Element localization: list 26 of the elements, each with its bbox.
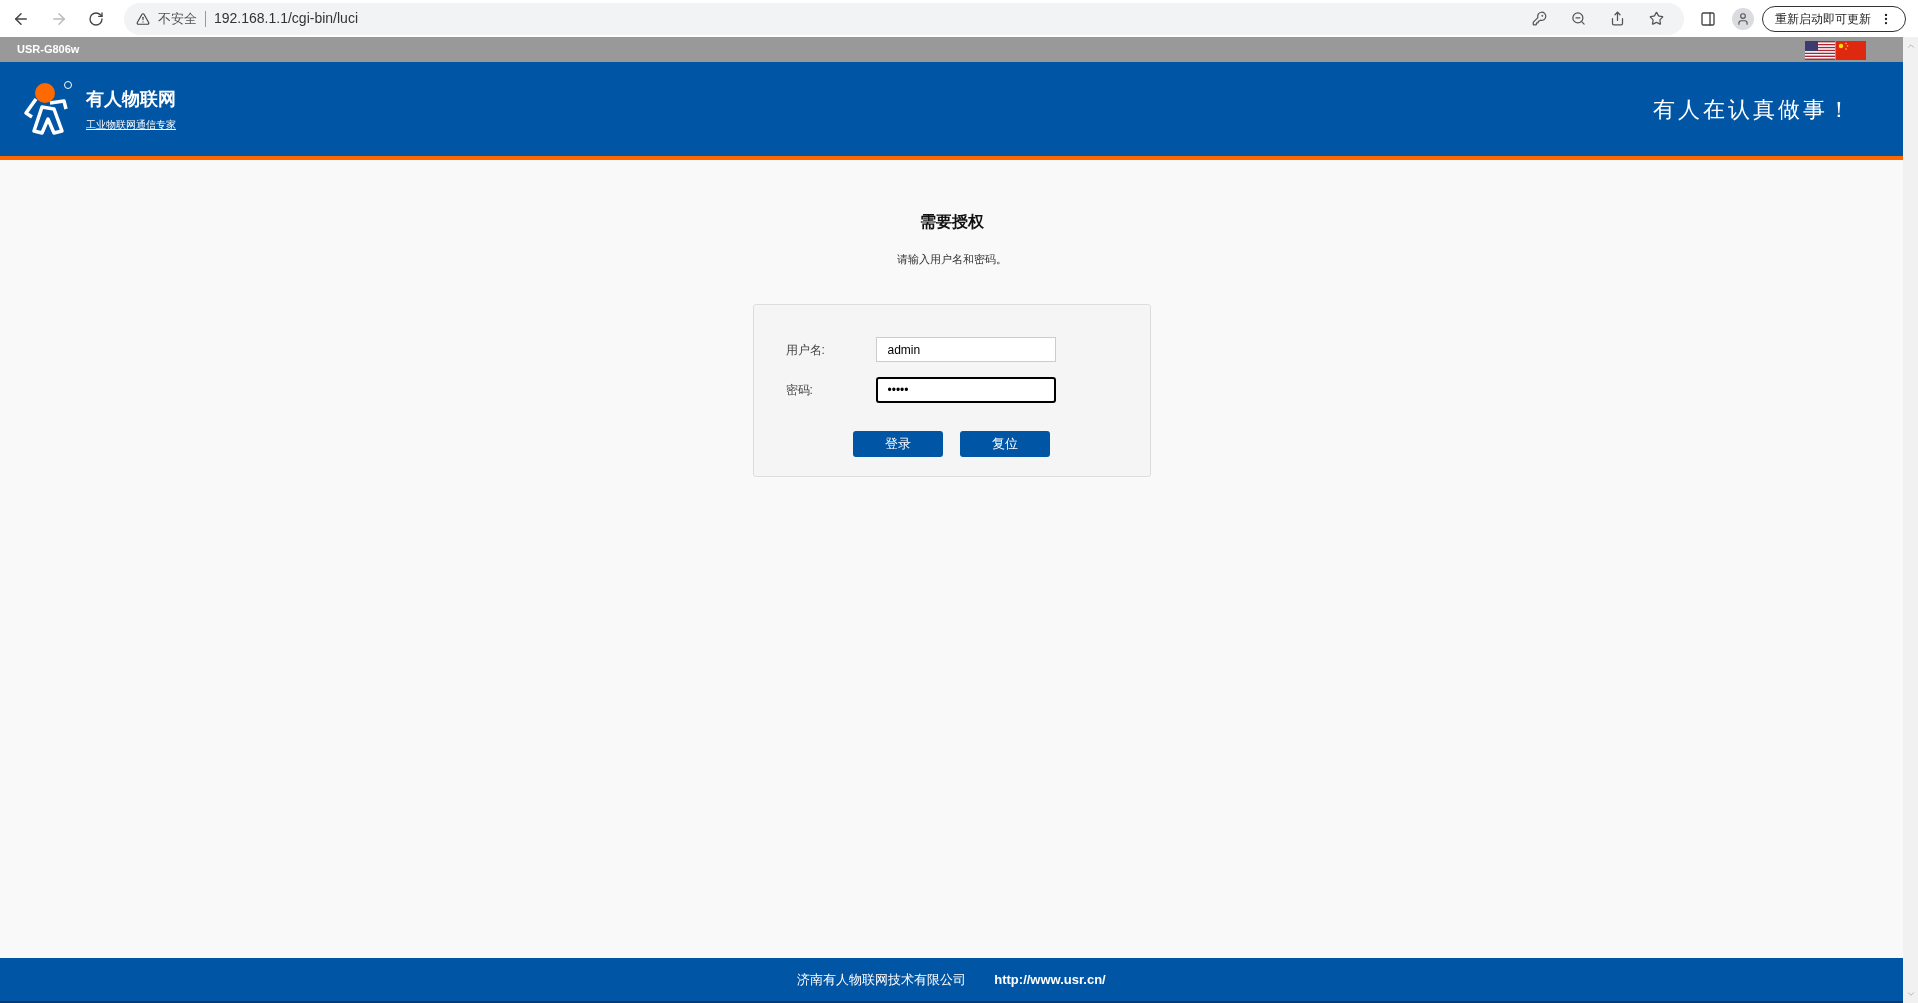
share-icon[interactable] <box>1610 11 1625 26</box>
company-name: 济南有人物联网技术有限公司 <box>797 970 967 989</box>
brand-name: 有人物联网 <box>86 88 176 111</box>
star-icon[interactable] <box>1649 11 1664 26</box>
slogan: 有人在认真做事！ <box>1653 95 1853 124</box>
profile-avatar[interactable] <box>1732 7 1754 30</box>
us-flag-icon[interactable] <box>1805 41 1835 60</box>
security-label: 不安全 <box>158 9 197 28</box>
field-label: 用户名: <box>785 341 826 359</box>
zoom-out-icon[interactable] <box>1571 11 1586 26</box>
reload-icon[interactable] <box>88 10 104 27</box>
key-icon[interactable] <box>1532 11 1547 26</box>
field-label: 密码: <box>785 381 814 399</box>
website-link[interactable]: http://www.usr.cn/ <box>994 969 1106 990</box>
address-bar[interactable]: 不安全 192.168.1.1/cgi-bin/luci <box>124 2 1684 35</box>
text-field[interactable]: admin <box>875 337 1056 362</box>
side-panel-icon[interactable] <box>1700 10 1716 27</box>
form-button[interactable]: 复位 <box>960 430 1050 457</box>
form-button[interactable]: 登录 <box>853 430 943 457</box>
login-title: 需要授权 <box>919 212 984 232</box>
login-hint: 请输入用户名和密码。 <box>896 252 1007 267</box>
text-field[interactable]: ••••• <box>875 376 1056 403</box>
url-text: 192.168.1.1/cgi-bin/luci <box>214 9 358 28</box>
model-name: USR-G806w <box>17 42 80 58</box>
brand-tagline: 工业物联网通信专家 <box>86 118 176 132</box>
warning-icon <box>136 11 150 26</box>
